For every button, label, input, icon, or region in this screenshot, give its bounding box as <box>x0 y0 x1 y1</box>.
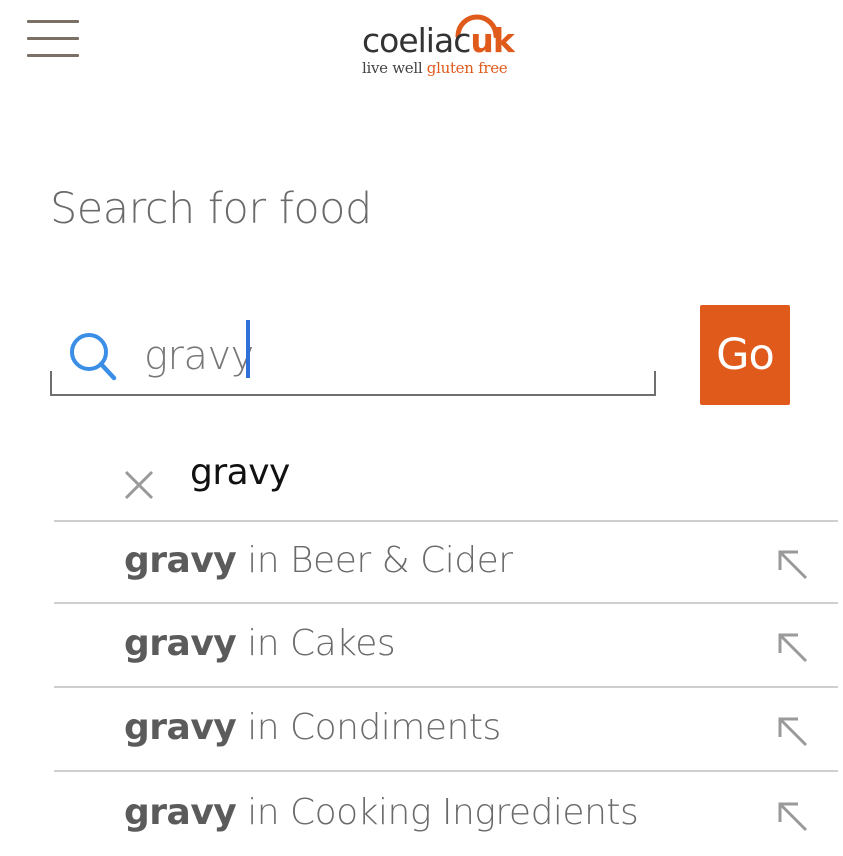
suggestion-category: Cakes <box>289 623 396 664</box>
text-caret <box>246 320 250 378</box>
divider <box>54 602 838 604</box>
logo-tagline: live well gluten free <box>362 59 508 77</box>
page-title: Search for food <box>50 184 372 234</box>
search-icon <box>70 333 117 381</box>
suggestion-keyword: gravy <box>124 540 237 581</box>
divider <box>54 686 838 688</box>
autocomplete-query-text: gravy <box>190 452 290 493</box>
menu-line <box>27 54 79 57</box>
suggestion-text: gravy in Cakes <box>124 623 396 664</box>
suggestion-keyword: gravy <box>124 623 237 664</box>
suggestion-item[interactable]: gravy in Cakes <box>54 605 838 687</box>
suggestion-category: Cooking Ingredients <box>289 792 639 833</box>
autocomplete-query-row: gravy <box>54 440 838 520</box>
go-button[interactable]: Go <box>700 305 790 405</box>
suggestion-category: Beer & Cider <box>289 540 513 581</box>
search-input[interactable] <box>144 326 634 386</box>
suggestion-keyword: gravy <box>124 792 237 833</box>
arrow-up-left-icon[interactable] <box>774 629 814 669</box>
suggestion-category: Condiments <box>289 707 501 748</box>
arrow-up-left-icon[interactable] <box>774 798 814 838</box>
suggestion-item[interactable]: gravy in Cooking Ingredients <box>54 774 838 856</box>
search-underline <box>50 394 656 396</box>
logo-name-accent: uk <box>470 21 514 60</box>
search-underline-right-tick <box>654 371 656 396</box>
header: coeliacuk live well gluten free <box>0 0 843 100</box>
coeliac-uk-logo[interactable]: coeliacuk live well gluten free <box>360 6 530 86</box>
close-icon[interactable] <box>122 468 156 502</box>
menu-line <box>27 20 79 23</box>
suggestion-text: gravy in Condiments <box>124 707 501 748</box>
logo-tagline-accent: gluten free <box>426 59 508 77</box>
suggestion-connector: in <box>236 792 290 833</box>
suggestion-text: gravy in Cooking Ingredients <box>124 792 639 833</box>
logo-name-main: coeliac <box>362 21 471 60</box>
logo-tagline-main: live well <box>362 59 427 77</box>
suggestion-connector: in <box>236 707 290 748</box>
logo-wordmark: coeliacuk <box>362 21 515 60</box>
suggestion-keyword: gravy <box>124 707 237 748</box>
divider <box>54 770 838 772</box>
arrow-up-left-icon[interactable] <box>774 546 814 586</box>
menu-line <box>27 37 79 40</box>
search-underline-left-tick <box>50 371 52 396</box>
hamburger-menu-icon[interactable] <box>24 18 82 60</box>
suggestion-connector: in <box>236 540 290 581</box>
search-field[interactable] <box>50 318 656 396</box>
suggestion-connector: in <box>236 623 290 664</box>
suggestion-text: gravy in Beer & Cider <box>124 540 513 581</box>
arrow-up-left-icon[interactable] <box>774 713 814 753</box>
suggestion-item[interactable]: gravy in Beer & Cider <box>54 522 838 604</box>
suggestion-item[interactable]: gravy in Condiments <box>54 689 838 771</box>
